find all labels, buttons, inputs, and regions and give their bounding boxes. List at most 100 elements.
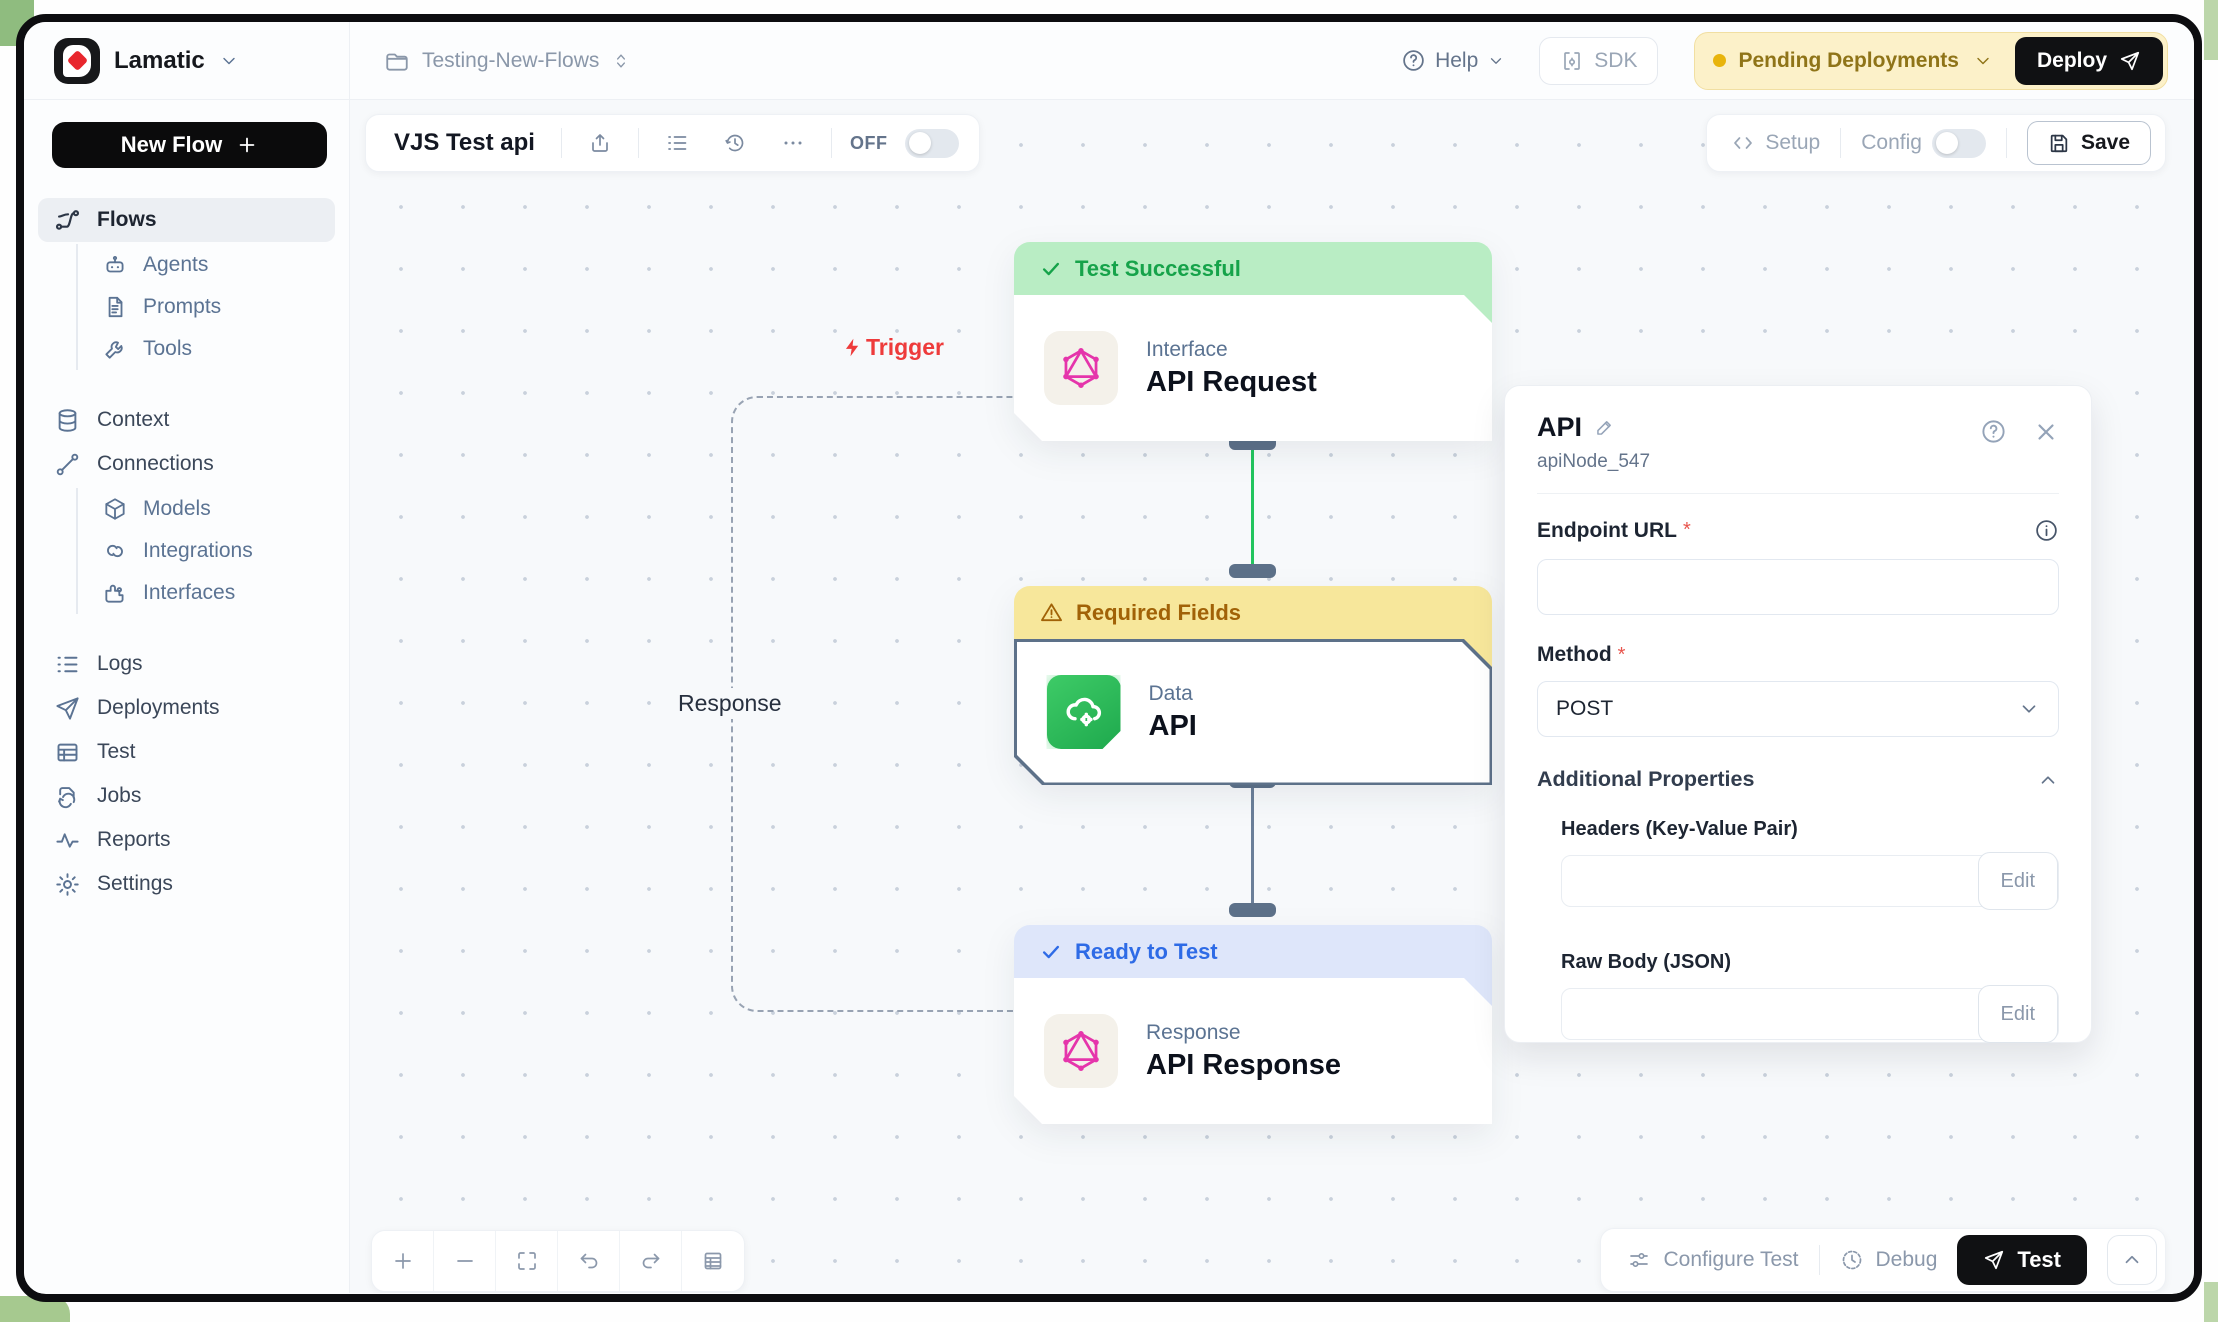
more-options-button[interactable] xyxy=(773,123,813,163)
flow-enabled-toggle[interactable] xyxy=(905,129,959,158)
sidebar-item-reports[interactable]: Reports xyxy=(38,818,335,862)
redo-button[interactable] xyxy=(620,1230,682,1292)
sdk-button[interactable]: SDK xyxy=(1539,37,1658,85)
sidebar-item-connections[interactable]: Connections xyxy=(38,442,335,486)
debug-button[interactable]: Debug xyxy=(1840,1248,1938,1272)
wallpaper-corner xyxy=(2204,0,2218,60)
flow-canvas[interactable]: Trigger Response Test Successful xyxy=(350,100,2194,1293)
sidebar-item-logs[interactable]: Logs xyxy=(38,642,335,686)
graphql-icon xyxy=(1044,1014,1118,1088)
headers-field[interactable]: Edit xyxy=(1561,855,2059,907)
zoom-out-button[interactable] xyxy=(434,1230,496,1292)
run-toolbar: Configure Test Debug Test xyxy=(1600,1228,2166,1292)
node-handle[interactable] xyxy=(1229,903,1276,917)
node-handle[interactable] xyxy=(1229,564,1276,578)
close-icon[interactable] xyxy=(2033,419,2059,445)
sidebar-item-tools[interactable]: Tools xyxy=(102,328,335,370)
history-button[interactable] xyxy=(715,123,755,163)
robot-icon xyxy=(102,252,128,278)
node-api-response[interactable]: Ready to Test Response API Response xyxy=(1014,925,1492,1124)
sidebar-item-test[interactable]: Test xyxy=(38,730,335,774)
divider xyxy=(1537,493,2059,494)
node-title: API Request xyxy=(1146,366,1317,399)
fit-view-icon xyxy=(515,1249,539,1273)
node-status-header: Required Fields xyxy=(1014,586,1492,639)
new-flow-label: New Flow xyxy=(121,132,222,158)
sidebar-item-integrations[interactable]: Integrations xyxy=(102,530,335,572)
collapse-panel-button[interactable] xyxy=(2107,1235,2157,1285)
sidebar-item-context[interactable]: Context xyxy=(38,398,335,442)
sidebar-item-label: Deployments xyxy=(97,696,220,720)
additional-properties-header[interactable]: Additional Properties xyxy=(1537,767,2059,792)
node-api-request[interactable]: Test Successful Interface API Request xyxy=(1014,242,1492,441)
chevron-down-icon xyxy=(2018,698,2040,720)
setup-button[interactable]: Setup xyxy=(1731,131,1820,155)
save-button[interactable]: Save xyxy=(2027,121,2151,165)
sidebar-item-label: Logs xyxy=(97,652,143,676)
refresh-doc-icon xyxy=(54,783,81,810)
sort-icon[interactable] xyxy=(611,51,631,71)
sidebar-item-agents[interactable]: Agents xyxy=(102,244,335,286)
breadcrumb[interactable]: Testing-New-Flows xyxy=(384,48,631,74)
chevron-down-icon xyxy=(219,51,239,71)
sdk-label: SDK xyxy=(1594,49,1637,73)
sidebar-item-label: Reports xyxy=(97,828,171,852)
main-layout: New Flow Flows Agents Prompts xyxy=(24,100,2194,1293)
bolt-icon xyxy=(842,337,863,358)
help-circle-icon[interactable] xyxy=(1980,418,2007,445)
raw-body-field[interactable]: Edit xyxy=(1561,988,2059,1040)
sidebar-item-models[interactable]: Models xyxy=(102,488,335,530)
sidebar-item-flows[interactable]: Flows xyxy=(38,198,335,242)
method-select[interactable]: POST xyxy=(1537,681,2059,737)
info-icon[interactable] xyxy=(2034,518,2059,543)
sidebar-item-settings[interactable]: Settings xyxy=(38,862,335,906)
pending-deployments-pill[interactable]: Pending Deployments Deploy xyxy=(1694,32,2168,90)
share-button[interactable] xyxy=(580,123,620,163)
fit-view-button[interactable] xyxy=(496,1230,558,1292)
config-label: Config xyxy=(1861,131,1922,155)
sidebar-item-jobs[interactable]: Jobs xyxy=(38,774,335,818)
response-edge-label: Response xyxy=(668,688,792,719)
node-title: API Response xyxy=(1146,1049,1341,1082)
node-config-panel: API apiNode_547 Endpoint URL xyxy=(1504,385,2092,1043)
wallpaper-corner xyxy=(2204,1282,2218,1322)
new-flow-button[interactable]: New Flow xyxy=(52,122,327,168)
node-title: API xyxy=(1149,710,1197,743)
node-category: Data xyxy=(1149,682,1197,706)
config-toggle[interactable] xyxy=(1932,129,1986,158)
headers-edit-button[interactable]: Edit xyxy=(1978,852,2058,910)
workspace-switcher[interactable]: Lamatic xyxy=(24,22,350,99)
chevron-down-icon xyxy=(1487,52,1505,70)
trigger-label: Trigger xyxy=(842,334,944,361)
code-icon xyxy=(1731,131,1755,155)
zoom-in-button[interactable] xyxy=(372,1230,434,1292)
clock-icon xyxy=(1840,1248,1864,1272)
sidebar: New Flow Flows Agents Prompts xyxy=(24,100,350,1293)
top-bar-main: Testing-New-Flows Help SDK Pending Deplo… xyxy=(350,22,2194,99)
share-icon xyxy=(588,131,612,155)
panel-header: API apiNode_547 xyxy=(1537,412,2059,473)
canvas-zoom-toolbar xyxy=(371,1230,745,1292)
node-api[interactable]: Required Fields Data API xyxy=(1014,586,1492,785)
configure-test-button[interactable]: Configure Test xyxy=(1627,1248,1798,1272)
sidebar-item-label: Test xyxy=(97,740,136,764)
edge-api-to-response xyxy=(1251,780,1254,916)
notes-button[interactable] xyxy=(682,1230,744,1292)
sidebar-item-prompts[interactable]: Prompts xyxy=(102,286,335,328)
sidebar-item-deployments[interactable]: Deployments xyxy=(38,686,335,730)
logo-diamond xyxy=(67,49,88,70)
raw-body-edit-button[interactable]: Edit xyxy=(1978,985,2058,1043)
pencil-icon[interactable] xyxy=(1594,417,1615,438)
endpoint-url-input[interactable] xyxy=(1537,559,2059,615)
deploy-button[interactable]: Deploy xyxy=(2015,37,2163,85)
test-button[interactable]: Test xyxy=(1957,1235,2087,1285)
wrench-icon xyxy=(102,336,128,362)
undo-button[interactable] xyxy=(558,1230,620,1292)
notes-table-icon xyxy=(701,1249,725,1273)
help-menu[interactable]: Help xyxy=(1401,48,1505,73)
divider xyxy=(638,128,639,158)
help-circle-icon xyxy=(1401,48,1426,73)
checklist-button[interactable] xyxy=(657,123,697,163)
sidebar-item-interfaces[interactable]: Interfaces xyxy=(102,572,335,614)
sidebar-item-label: Prompts xyxy=(143,295,221,319)
